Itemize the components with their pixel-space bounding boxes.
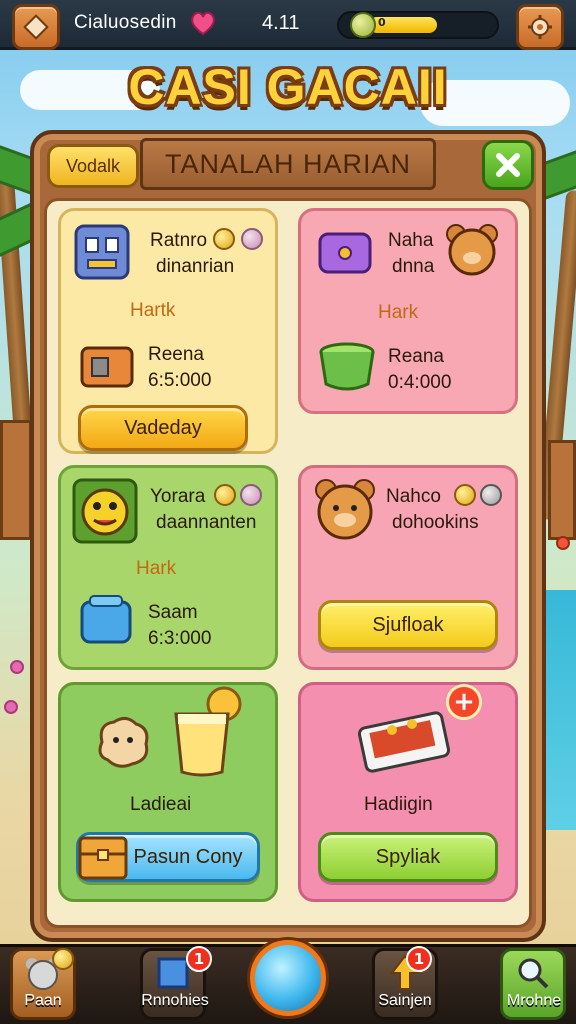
- hut-right: [548, 440, 576, 540]
- cooler-icon: [76, 592, 136, 648]
- coin-icon: [52, 948, 74, 970]
- panel-header: TANALAH HARIAN: [140, 138, 436, 190]
- tab-button[interactable]: Vodalk: [47, 144, 139, 188]
- task-title: Naha dnna: [388, 228, 434, 280]
- close-icon: [496, 153, 520, 177]
- reward-name: Reana: [388, 346, 444, 367]
- pot-icon: [318, 338, 376, 394]
- task-title-line1: Yorara: [150, 486, 206, 507]
- reward-info: Reena 6:5:000: [148, 342, 211, 394]
- task-title-line2: daannanten: [156, 512, 257, 533]
- gear-icon: [528, 15, 552, 39]
- flower: [556, 536, 570, 550]
- currency-value: 0: [378, 16, 386, 29]
- gem-icon: [241, 228, 263, 250]
- flower: [10, 660, 24, 674]
- close-button[interactable]: [482, 140, 534, 190]
- task-title: Nahco dohookins: [386, 484, 479, 536]
- main-action-orb[interactable]: [250, 940, 326, 1016]
- task-title-line2: dohookins: [392, 512, 479, 533]
- reward-value: 6:5:000: [148, 370, 212, 391]
- cookie-icon: [92, 712, 154, 774]
- juice-icon: [168, 684, 246, 780]
- claim-button[interactable]: Vadeday: [78, 405, 248, 451]
- menu-button[interactable]: [12, 4, 60, 50]
- task-title-line2: dinanrian: [156, 256, 235, 277]
- bear-icon: [444, 222, 500, 276]
- player-level: 4.11: [262, 12, 300, 34]
- chest-icon: [76, 830, 130, 884]
- diamond-menu-icon: [23, 14, 49, 40]
- claim-button[interactable]: Sjufloak: [318, 600, 498, 650]
- task-title-line1: Ratnro: [150, 230, 208, 251]
- reward-info: Saam 6:3:000: [148, 600, 211, 652]
- task-tag: Hark: [136, 558, 177, 579]
- coin-icon: [350, 12, 376, 38]
- robot-icon: [70, 220, 136, 286]
- task-title-line1: Nahco: [386, 486, 441, 507]
- flower: [4, 700, 18, 714]
- task-title: Yorara daannanten: [150, 484, 256, 536]
- nav-label-more: Mrohne: [506, 992, 562, 1009]
- screen-title: CASI GACAII: [128, 59, 448, 115]
- reward-name: Reena: [148, 344, 204, 365]
- monster-icon: [70, 476, 140, 546]
- food-tray-icon: [352, 696, 456, 782]
- reward-value: 6:3:000: [148, 628, 212, 649]
- notification-badge: 1: [406, 946, 432, 972]
- task-title-line2: dnna: [392, 256, 435, 277]
- task-title: Ratnro dinanrian: [150, 228, 234, 280]
- gem-icon: [480, 484, 502, 506]
- plus-badge-icon[interactable]: +: [446, 684, 482, 720]
- notification-badge: 1: [186, 946, 212, 972]
- reward-name: Hadiigin: [364, 794, 433, 815]
- nav-label-quests: Sainjen: [378, 992, 432, 1009]
- hut-left: [0, 420, 32, 540]
- task-tag: Hartk: [130, 300, 176, 321]
- reward-info: Reana 0:4:000: [388, 344, 451, 396]
- nav-label-profile: Paan: [24, 992, 62, 1009]
- toolbox-icon: [78, 338, 136, 392]
- bear-icon: [312, 476, 378, 542]
- player-name: Cialuosedin: [74, 12, 177, 33]
- settings-button[interactable]: [516, 4, 564, 50]
- heart-icon: [191, 11, 215, 36]
- reward-name: Ladieai: [130, 794, 192, 815]
- reward-name: Saam: [148, 602, 198, 623]
- bag-icon: [312, 220, 378, 280]
- task-tag: Hark: [378, 302, 419, 323]
- nav-label-inventory: Rnnohies: [141, 992, 209, 1009]
- reward-value: 0:4:000: [388, 372, 452, 393]
- task-title-line1: Naha: [388, 230, 434, 251]
- magnifier-icon: [518, 958, 549, 989]
- claim-button[interactable]: Spyliak: [318, 832, 498, 882]
